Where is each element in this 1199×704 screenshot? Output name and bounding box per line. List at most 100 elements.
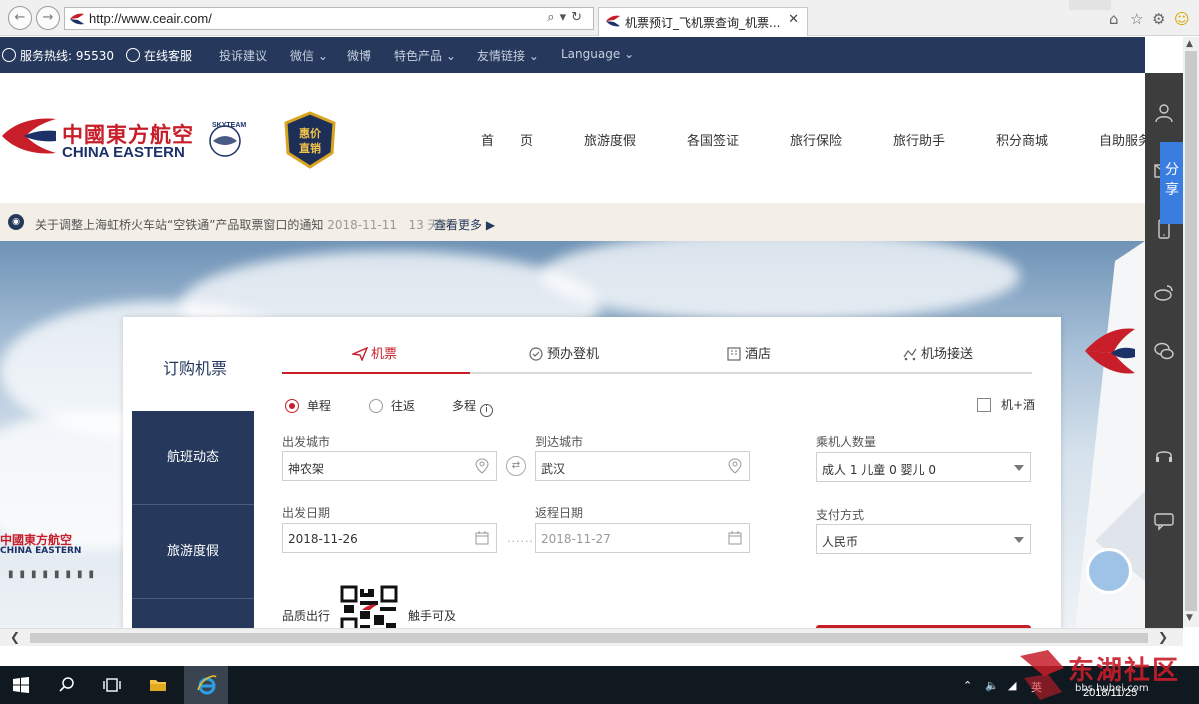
favorites-icon[interactable]: ☆ xyxy=(1130,10,1143,28)
depart-label: 出发日期 xyxy=(282,506,331,520)
nav-home[interactable]: 首 页 xyxy=(481,130,533,149)
task-view-icon[interactable] xyxy=(103,676,121,694)
address-actions-icon[interactable]: ⌕▾↻ xyxy=(547,10,587,25)
language-menu[interactable]: Language ⌄ xyxy=(561,47,634,61)
transfer-icon xyxy=(903,348,917,361)
hotline: 服务热线: 95530 xyxy=(2,47,114,64)
passenger-label: 乘机人数量 xyxy=(816,435,877,449)
nav-assistant[interactable]: 旅行助手 xyxy=(893,130,945,149)
play-icon: ▶ xyxy=(485,218,496,232)
complaint-link[interactable]: 投诉建议 xyxy=(219,47,267,64)
flight-hotel-checkbox[interactable]: 机+酒 xyxy=(977,396,1035,413)
windows-icon[interactable] xyxy=(12,676,30,694)
side-tab-flight-status[interactable]: 航班动态 xyxy=(132,411,254,504)
nav-insurance[interactable]: 旅行保险 xyxy=(790,130,842,149)
weibo-icon[interactable] xyxy=(1154,283,1174,303)
headset-icon[interactable] xyxy=(1154,446,1174,466)
trip-one-way-radio[interactable]: 单程 xyxy=(285,397,331,414)
passenger-select[interactable]: 成人 1 儿童 0 婴儿 0 xyxy=(816,452,1031,482)
volume-icon[interactable]: 🔈 xyxy=(985,679,999,692)
fuselage-brand-en: CHINA EASTERN xyxy=(0,546,82,556)
return-label: 返程日期 xyxy=(535,506,584,520)
chevron-down-icon: ⌄ xyxy=(528,49,539,63)
scroll-left-icon[interactable]: ❮ xyxy=(10,630,20,644)
weibo-link[interactable]: 微博 xyxy=(347,47,371,64)
side-tab-travel[interactable]: 旅游度假 xyxy=(132,505,254,598)
top-utility-bar: 服务热线: 95530 在线客服 投诉建议 微信 ⌄ 微博 特色产品 ⌄ 友情链… xyxy=(0,37,1145,73)
scrollbar-thumb[interactable] xyxy=(30,633,1148,643)
friend-links-menu[interactable]: 友情链接 ⌄ xyxy=(477,47,539,64)
scroll-down-icon[interactable]: ▼ xyxy=(1186,613,1193,623)
close-icon[interactable]: ✕ xyxy=(788,12,799,27)
wechat-menu[interactable]: 微信 ⌄ xyxy=(290,47,328,64)
date-range-dots: ······ xyxy=(507,535,534,548)
qr-code-icon xyxy=(340,585,398,631)
nav-self-service[interactable]: 自助服务 xyxy=(1099,130,1151,149)
vertical-scrollbar[interactable]: ▲ ▼ xyxy=(1183,37,1199,627)
trip-multi-link[interactable]: 多程 i xyxy=(452,397,494,417)
file-explorer-icon[interactable] xyxy=(149,676,167,694)
home-icon[interactable]: ⌂ xyxy=(1109,10,1119,28)
tab-checkin[interactable]: 预办登机 xyxy=(528,343,599,362)
scroll-right-icon[interactable]: ❯ xyxy=(1158,630,1168,644)
headset-icon xyxy=(126,48,140,62)
chevron-down-icon: ⌄ xyxy=(624,47,635,61)
skyteam-logo-icon: SKYTEAM xyxy=(209,122,246,157)
svg-text:直销: 直销 xyxy=(299,141,321,155)
trip-round-radio[interactable]: 往返 xyxy=(369,397,415,414)
browser-tab[interactable]: 机票预订_飞机票查询_机票... ✕ xyxy=(598,7,808,36)
horizontal-scrollbar[interactable]: ❮ ❯ xyxy=(0,628,1183,646)
tab-flights[interactable]: 机票 xyxy=(352,343,397,362)
back-button[interactable]: ← xyxy=(8,6,32,30)
user-icon[interactable] xyxy=(1154,103,1174,123)
depart-date-input[interactable]: 2018-11-26 xyxy=(282,523,497,553)
brand-name-en: CHINA EASTERN xyxy=(62,144,185,161)
search-icon[interactable] xyxy=(58,676,76,694)
swap-cities-icon[interactable]: ⇄ xyxy=(506,456,526,476)
from-city-input[interactable]: 神农架 xyxy=(282,451,497,481)
speaker-icon: ◉ xyxy=(8,214,24,230)
notice-date: 2018-11-11 xyxy=(327,218,398,232)
scrollbar-thumb[interactable] xyxy=(1185,51,1197,611)
nav-visa[interactable]: 各国签证 xyxy=(687,130,739,149)
wechat-icon[interactable] xyxy=(1154,341,1174,361)
direct-sale-badge-icon[interactable]: 惠价 直销 xyxy=(282,111,338,169)
watermark-subtext: bbs.hubei.com xyxy=(1075,683,1149,694)
chevron-down-icon: ⌄ xyxy=(317,49,328,63)
china-eastern-logo-icon[interactable] xyxy=(2,115,58,157)
tab-hotel[interactable]: 酒店 xyxy=(726,343,771,362)
gear-icon[interactable]: ⚙ xyxy=(1152,10,1165,28)
phone-icon xyxy=(2,48,16,62)
to-city-input[interactable]: 武汉 xyxy=(535,451,750,481)
aircraft-fuselage: 中國東方航空 CHINA EASTERN ▮▮▮▮▮▮▮▮ xyxy=(0,511,130,591)
chat-icon[interactable] xyxy=(1154,511,1174,531)
address-url[interactable]: http://www.ceair.com/ xyxy=(89,11,212,26)
payment-select[interactable]: 人民币 xyxy=(816,524,1031,554)
ie-icon[interactable] xyxy=(196,674,218,696)
share-button[interactable]: 分享 xyxy=(1160,142,1184,224)
forward-button[interactable]: → xyxy=(36,6,60,30)
calendar-icon xyxy=(728,531,742,545)
return-date-input[interactable]: 2018-11-27 xyxy=(535,523,750,553)
side-tab-more[interactable] xyxy=(132,599,254,631)
chevron-down-icon xyxy=(1014,465,1024,471)
tab-airport-transfer[interactable]: 机场接送 xyxy=(902,343,973,362)
nav-mall[interactable]: 积分商城 xyxy=(996,130,1048,149)
scroll-up-icon[interactable]: ▲ xyxy=(1186,39,1193,49)
tray-chevron-icon[interactable]: ⌃ xyxy=(963,679,972,692)
tab-title: 机票预订_飞机票查询_机票... xyxy=(625,16,781,30)
check-circle-icon xyxy=(529,347,543,361)
nav-travel[interactable]: 旅游度假 xyxy=(584,130,636,149)
notice-bar: ◉ 关于调整上海虹桥火车站“空铁通”产品取票窗口的通知 2018-11-11 1… xyxy=(0,203,1145,241)
view-more-link[interactable]: 查看更多 ▶ xyxy=(434,216,495,233)
smiley-icon[interactable]: ☺ xyxy=(1174,10,1190,28)
notice-message[interactable]: 关于调整上海虹桥火车站“空铁通”产品取票窗口的通知 2018-11-11 13 … xyxy=(35,216,452,233)
svg-text:SKYTEAM: SKYTEAM xyxy=(212,122,246,129)
chatbot-avatar[interactable] xyxy=(1086,548,1132,594)
special-products-menu[interactable]: 特色产品 ⌄ xyxy=(394,47,456,64)
address-bar[interactable]: http://www.ceair.com/ ⌕▾↻ xyxy=(64,7,594,30)
online-service-link[interactable]: 在线客服 xyxy=(126,47,192,64)
booking-title: 订购机票 xyxy=(163,359,228,378)
network-icon[interactable]: ◢ xyxy=(1008,679,1016,692)
payment-label: 支付方式 xyxy=(816,508,865,522)
